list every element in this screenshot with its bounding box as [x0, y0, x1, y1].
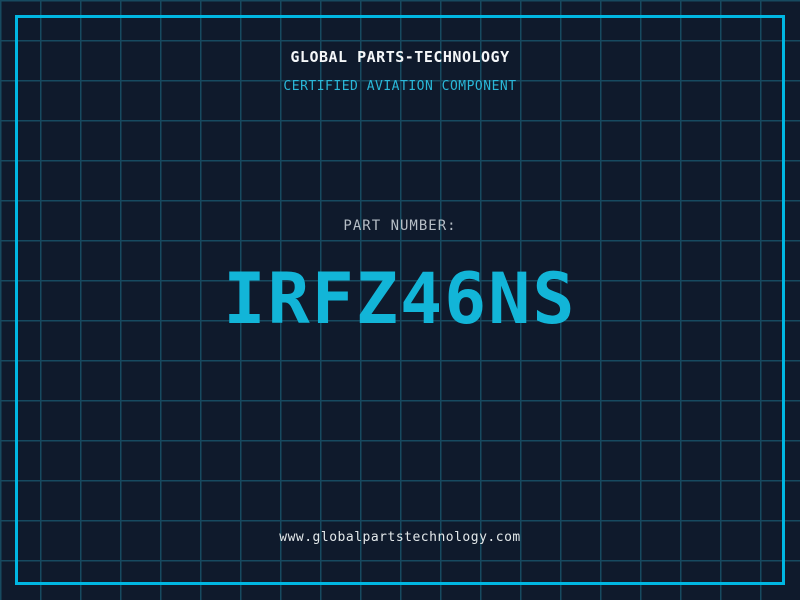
website-url: www.globalpartstechnology.com	[279, 530, 521, 545]
part-number-value: IRFZ46NS	[223, 258, 577, 340]
company-name: GLOBAL PARTS-TECHNOLOGY	[290, 48, 510, 66]
part-label-card: GLOBAL PARTS-TECHNOLOGY CERTIFIED AVIATI…	[0, 0, 800, 600]
part-number-label: PART NUMBER:	[343, 218, 457, 234]
certification-subtitle: CERTIFIED AVIATION COMPONENT	[283, 79, 517, 94]
